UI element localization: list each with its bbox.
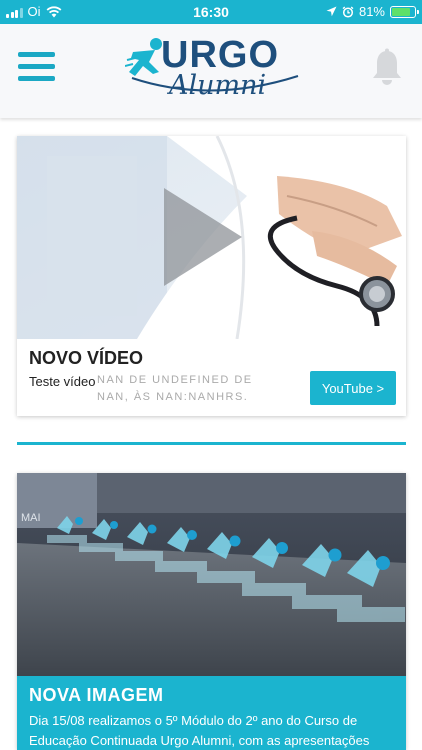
logo-swoosh: [131, 75, 299, 92]
hamburger-menu-icon[interactable]: [18, 52, 55, 84]
alarm-icon: [342, 5, 354, 18]
video-post-date-line1: NAN DE UNDEFINED DE: [97, 374, 253, 386]
youtube-button[interactable]: YouTube >: [310, 371, 396, 405]
location-arrow-icon: [326, 6, 337, 17]
status-bar: Oi 16:30 81%: [0, 0, 422, 24]
video-post-card[interactable]: NOVO VÍDEO Teste vídeo NAN DE UNDEFINED …: [17, 136, 406, 416]
feed-divider: [17, 442, 406, 445]
status-right: 81%: [326, 4, 419, 19]
video-post-date-line2: NAN, ÀS NAN:NANHRS.: [97, 391, 249, 403]
bell-icon[interactable]: [370, 48, 404, 88]
trophies-photo: MAI: [17, 473, 406, 676]
video-thumbnail[interactable]: [17, 136, 406, 339]
app-header: URGO Alumni: [0, 24, 422, 118]
video-post-date: NAN DE UNDEFINED DE NAN, ÀS NAN:NANHRS.: [97, 372, 267, 406]
video-thumbnail-image: [17, 136, 406, 339]
image-post-description: Dia 15/08 realizamos o 5º Módulo do 2º a…: [29, 713, 370, 748]
video-post-description: Teste vídeo: [29, 374, 96, 389]
battery-percent: 81%: [358, 4, 385, 19]
photo-text: MAI: [21, 512, 41, 524]
battery-icon: [390, 5, 419, 18]
urgo-alumni-logo: URGO Alumni: [125, 34, 300, 106]
video-post-title: NOVO VÍDEO: [29, 348, 144, 368]
image-post-card[interactable]: MAI NOVA IMAGEM Dia 15/08 realizamos o 5…: [17, 473, 406, 750]
post-photo[interactable]: MAI: [17, 473, 406, 676]
image-post-title: NOVA IMAGEM: [29, 685, 164, 705]
battery-level: [392, 7, 410, 16]
